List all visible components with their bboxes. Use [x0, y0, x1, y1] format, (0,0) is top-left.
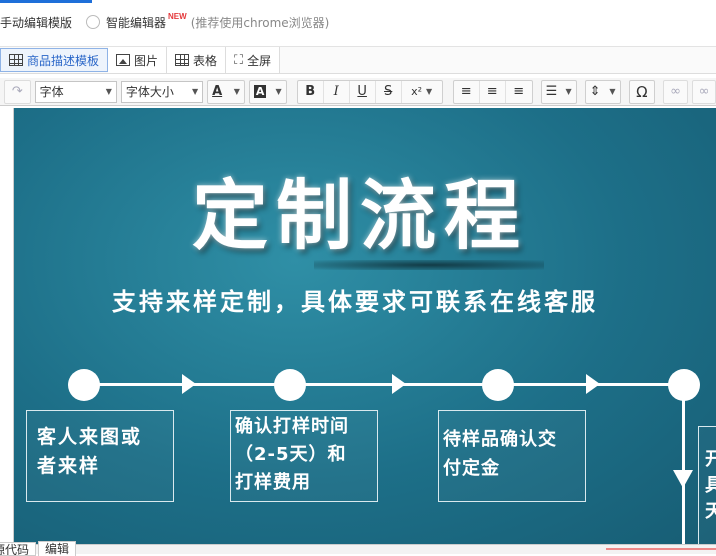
flow-node — [668, 369, 700, 401]
background-color-icon: A — [253, 85, 267, 98]
unlink-icon: ∞ — [698, 84, 710, 99]
underline-button[interactable]: U — [350, 80, 376, 103]
strikethrough-button[interactable]: S — [376, 80, 402, 103]
chevron-down-icon: ▼ — [233, 87, 240, 96]
italic-button[interactable]: I — [324, 80, 350, 103]
chevron-down-icon: ▼ — [609, 87, 616, 96]
step-text: 天 — [705, 499, 716, 525]
list-button[interactable]: ☰ ▼ — [540, 79, 577, 104]
background-color-button[interactable]: A ▼ — [248, 79, 287, 104]
step-box-4: 开 具 天 — [698, 426, 716, 544]
browser-hint: (推荐使用chrome浏览器) — [190, 15, 330, 30]
resize-handle — [606, 548, 716, 550]
tab-label: 商品描述模板 — [27, 53, 100, 68]
manual-mode-option[interactable]: 手动编辑模版 — [0, 14, 72, 31]
superscript-icon: x² — [411, 85, 423, 98]
editor-toolbar: ↷ 字体 ▼ 字体大小 ▼ A ▼ A ▼ B I U S x² ▼ ≡ ≡ ≡… — [0, 78, 716, 106]
step-text: （2-5天）和 — [235, 444, 347, 465]
manual-mode-label: 手动编辑模版 — [0, 15, 73, 30]
align-left-icon: ≡ — [460, 84, 472, 99]
tab-label: 表格 — [193, 53, 218, 68]
step-text: 打样费用 — [235, 472, 311, 493]
table-icon — [175, 54, 190, 66]
bulleted-list-icon: ☰ — [545, 84, 558, 99]
link-icon: ∞ — [670, 84, 682, 99]
arrow-right-icon — [392, 374, 406, 394]
font-family-value: 字体 — [39, 85, 64, 99]
arrow-down-icon — [673, 470, 693, 488]
align-left-button[interactable]: ≡ — [454, 80, 480, 103]
align-center-icon: ≡ — [486, 84, 498, 99]
step-text: 待样品确认交 — [443, 429, 557, 450]
chevron-down-icon: ▼ — [426, 87, 433, 96]
step-text: 客人来图或 — [37, 426, 143, 448]
tab-table[interactable]: 表格 — [167, 47, 227, 73]
alignment-group: ≡ ≡ ≡ — [452, 79, 533, 104]
arrow-right-icon — [182, 374, 196, 394]
font-size-select[interactable]: 字体大小 ▼ — [120, 80, 204, 103]
image-icon — [116, 54, 131, 66]
redo-button[interactable]: ↷ — [4, 79, 31, 104]
flow-node — [68, 369, 100, 401]
text-style-group: B I U S x² ▼ — [296, 79, 443, 104]
step-box-2: 确认打样时间 （2-5天）和 打样费用 — [230, 410, 378, 502]
step-text: 具 — [705, 473, 716, 499]
tab-label: 图片 — [134, 53, 159, 68]
title-shadow — [314, 260, 544, 270]
tab-product-description-template[interactable]: 商品描述模板 — [0, 48, 109, 72]
bold-button[interactable]: B — [298, 80, 324, 103]
chevron-down-icon: ▼ — [565, 87, 572, 96]
editor-mode-bar: 手动编辑模版 智能编辑器 NEW (推荐使用chrome浏览器) — [0, 8, 329, 36]
step-text: 确认打样时间 — [235, 416, 349, 437]
align-right-button[interactable]: ≡ — [506, 81, 532, 103]
template-tab-row: 商品描述模板 图片 表格 ⛶ 全屏 — [0, 46, 716, 74]
top-accent-bar — [0, 0, 92, 3]
grid-icon — [9, 54, 23, 66]
tab-fullscreen[interactable]: ⛶ 全屏 — [226, 47, 281, 73]
flow-node — [482, 369, 514, 401]
align-center-button[interactable]: ≡ — [480, 80, 506, 103]
smart-mode-radio[interactable] — [86, 15, 101, 29]
unlink-button[interactable]: ∞ — [692, 79, 716, 104]
arrow-right-icon — [586, 374, 600, 394]
smart-mode-option[interactable]: 智能编辑器 NEW (推荐使用chrome浏览器) — [86, 11, 330, 31]
banner-subtitle: 支持来样定制，具体要求可联系在线客服 — [112, 288, 598, 316]
chevron-down-icon: ▼ — [275, 87, 282, 96]
font-color-icon: A — [212, 84, 223, 99]
font-color-button[interactable]: A ▼ — [207, 79, 245, 104]
step-text: 者来样 — [37, 455, 101, 477]
special-char-button[interactable]: Ω — [628, 79, 656, 104]
smart-mode-label: 智能编辑器 — [106, 15, 167, 30]
tab-label: 全屏 — [247, 53, 272, 68]
banner-title: 定制流程 — [192, 171, 528, 260]
font-size-value: 字体大小 — [125, 85, 174, 99]
superscript-button[interactable]: x² ▼ — [402, 81, 442, 103]
line-height-icon: ⇕ — [589, 84, 601, 99]
chevron-down-icon: ▼ — [105, 87, 112, 96]
editor-content-area[interactable]: 定制流程 支持来样定制，具体要求可联系在线客服 客人来图或 者来样 确认打样时间… — [0, 108, 716, 544]
step-box-1: 客人来图或 者来样 — [26, 410, 174, 502]
font-family-select[interactable]: 字体 ▼ — [34, 80, 117, 103]
flow-node — [274, 369, 306, 401]
process-banner-image: 定制流程 支持来样定制，具体要求可联系在线客服 客人来图或 者来样 确认打样时间… — [14, 108, 716, 544]
chevron-down-icon: ▼ — [191, 87, 199, 96]
align-right-icon: ≡ — [513, 84, 525, 99]
new-badge: NEW — [168, 11, 187, 21]
link-button[interactable]: ∞ — [663, 79, 688, 104]
step-text: 开 — [705, 447, 716, 473]
editor-gutter — [0, 108, 14, 544]
step-text: 付定金 — [443, 458, 500, 479]
fullscreen-icon: ⛶ — [234, 52, 244, 68]
line-height-button[interactable]: ⇕ ▼ — [584, 79, 621, 104]
step-box-3: 待样品确认交 付定金 — [438, 410, 586, 502]
tab-image[interactable]: 图片 — [108, 47, 168, 73]
